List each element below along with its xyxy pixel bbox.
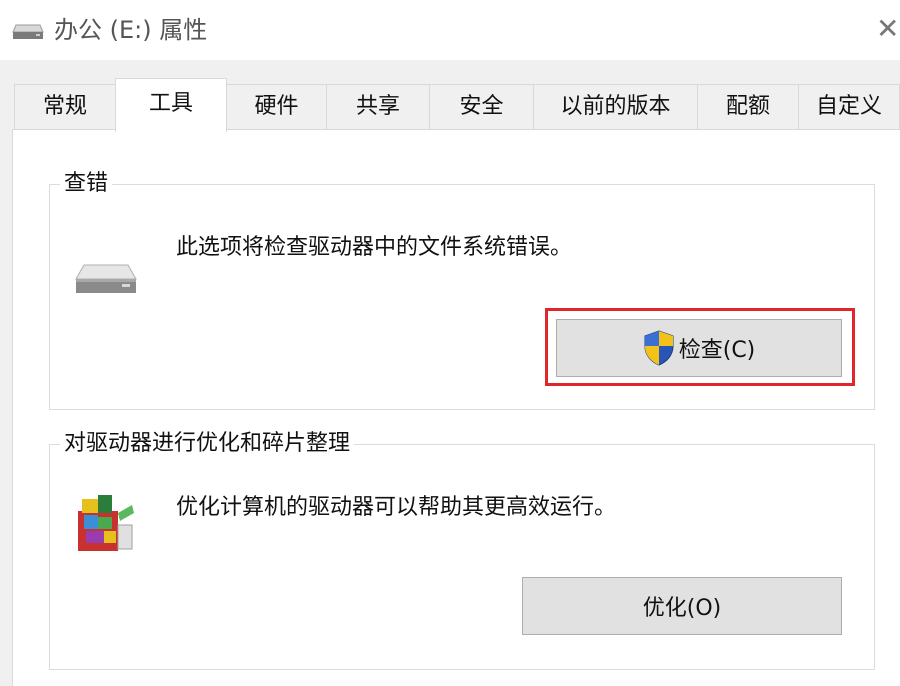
error-check-description: 此选项将检查驱动器中的文件系统错误。 — [176, 235, 573, 260]
uac-shield-icon — [643, 330, 675, 366]
tab-security[interactable]: 安全 — [429, 84, 534, 130]
title-bar: 办公 (E:) 属性 ✕ — [0, 0, 900, 60]
close-button[interactable]: ✕ — [876, 8, 900, 48]
tab-previous-versions[interactable]: 以前的版本 — [533, 84, 698, 130]
tab-customize[interactable]: 自定义 — [798, 84, 900, 130]
error-check-group: 查错 此选项将检查驱动器中的文件系统错误。 检查(C) — [49, 169, 875, 410]
optimize-button[interactable]: 优化(O) — [522, 577, 842, 635]
optimize-group: 对驱动器进行优化和碎片整理 优化计算机的驱动器可以帮助其更高效运行。 优化(O) — [49, 429, 875, 670]
tab-tools[interactable]: 工具 — [115, 78, 227, 132]
tab-general[interactable]: 常规 — [14, 84, 116, 130]
drive-icon — [12, 24, 44, 40]
tab-quota[interactable]: 配额 — [697, 84, 799, 130]
tab-sharing[interactable]: 共享 — [326, 84, 430, 130]
error-check-title: 查错 — [60, 169, 113, 199]
optimize-description: 优化计算机的驱动器可以帮助其更高效运行。 — [176, 495, 617, 520]
check-button[interactable]: 检查(C) — [556, 319, 842, 377]
optimize-button-label: 优化(O) — [642, 596, 722, 621]
drive-icon — [74, 263, 138, 297]
window-title: 办公 (E:) 属性 — [54, 16, 208, 44]
defrag-icon — [74, 491, 138, 555]
optimize-title: 对驱动器进行优化和碎片整理 — [60, 429, 355, 459]
tools-panel: 查错 此选项将检查驱动器中的文件系统错误。 检查(C) 对驱动器进行优化和碎片整… — [12, 129, 900, 686]
check-button-label: 检查(C) — [678, 338, 756, 363]
tab-hardware[interactable]: 硬件 — [226, 84, 327, 130]
